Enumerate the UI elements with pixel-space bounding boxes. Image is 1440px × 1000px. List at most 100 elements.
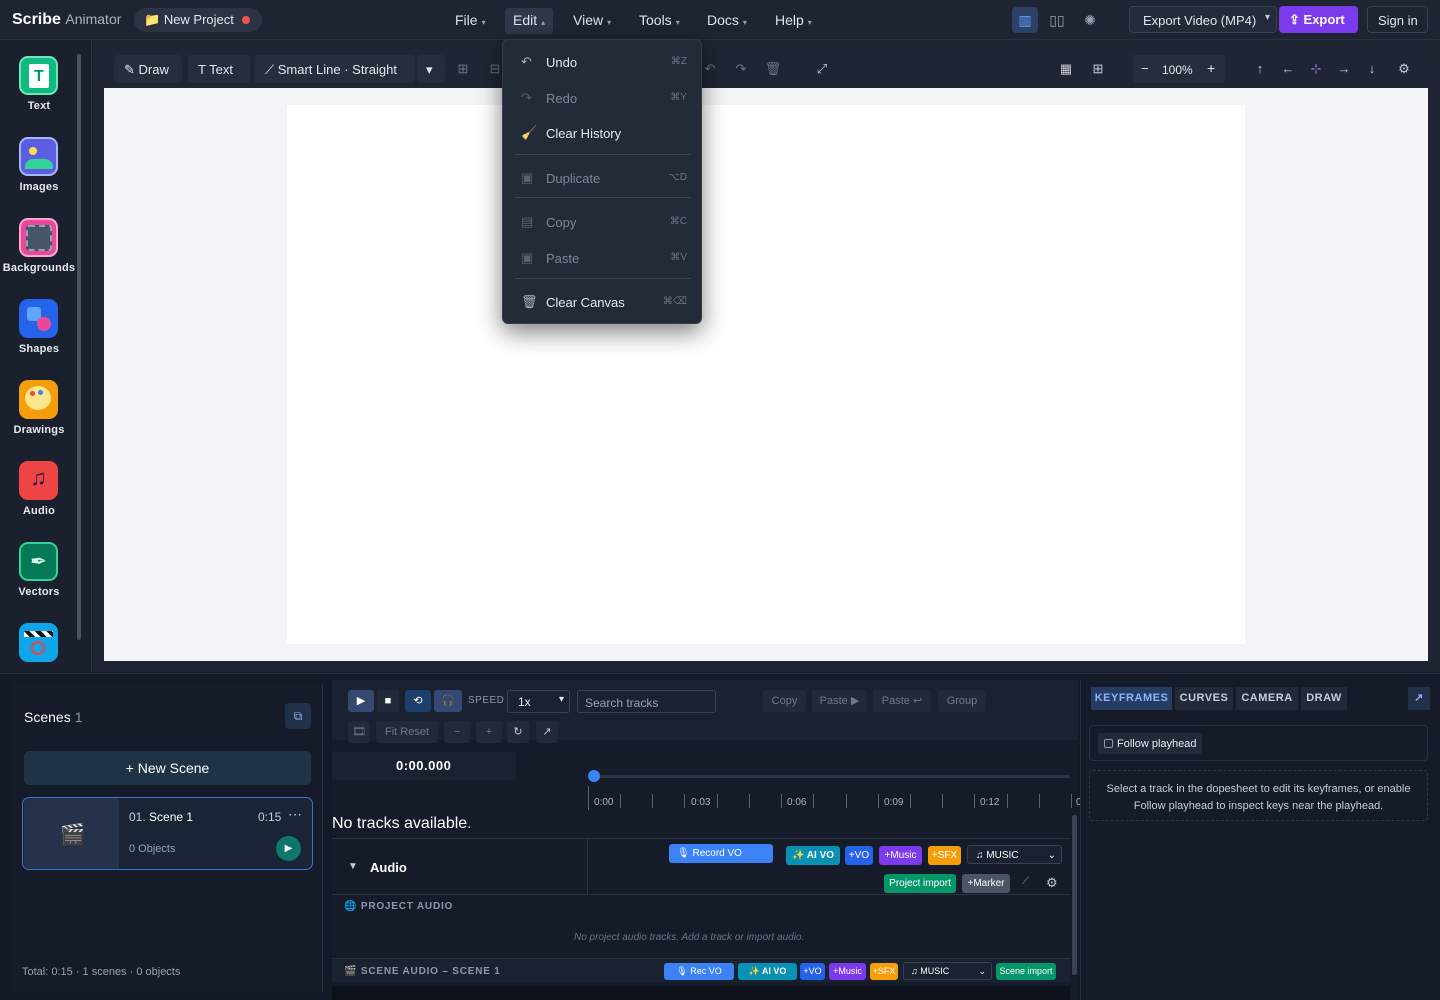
- scene-add-music-button[interactable]: +Music: [829, 963, 866, 980]
- zoom-in-icon[interactable]: +: [1207, 60, 1215, 76]
- menu-item-clear-history[interactable]: 🧹 Clear History: [503, 118, 703, 148]
- follow-playhead-toggle[interactable]: Follow playhead: [1098, 733, 1202, 754]
- grid-icon[interactable]: ▦: [1053, 55, 1079, 83]
- arrow-right-icon[interactable]: →: [1331, 55, 1357, 83]
- popout-icon[interactable]: ↗: [536, 721, 558, 743]
- scene-add-vo-button[interactable]: +VO: [800, 963, 825, 980]
- paste-return-button[interactable]: Paste ↩: [873, 690, 931, 712]
- menu-item-clear-canvas[interactable]: 🗑 Clear Canvas ⌘⌫: [503, 287, 703, 317]
- scene-music-select[interactable]: ♫ MUSIC ⌄: [903, 962, 992, 980]
- menu-edit[interactable]: Edit ▴: [505, 8, 554, 34]
- music-select[interactable]: ♫ MUSIC ⌄: [967, 845, 1062, 864]
- scene-audio-lane: [332, 986, 1070, 1000]
- export-format-select[interactable]: Export Video (MP4) ▾: [1129, 6, 1277, 33]
- reset-icon[interactable]: ↻: [507, 721, 529, 743]
- layout-split-icon[interactable]: ▥: [1012, 7, 1038, 33]
- redo-icon[interactable]: ↷: [728, 55, 754, 83]
- draw-button[interactable]: ✎ Draw: [114, 55, 182, 83]
- zoom-out-icon[interactable]: −: [1141, 61, 1149, 76]
- edit-icon[interactable]: ⟋: [1022, 876, 1029, 887]
- project-import-button[interactable]: Project import: [884, 874, 956, 893]
- canvas-page[interactable]: [287, 105, 1245, 644]
- filmstrip-icon[interactable]: 🎞: [348, 721, 370, 743]
- loading-spinner-icon[interactable]: ✺: [1077, 7, 1103, 33]
- search-tracks-input[interactable]: Search tracks: [577, 690, 716, 713]
- group-button[interactable]: Group: [938, 690, 986, 712]
- more-options-icon[interactable]: ⋯: [288, 806, 302, 823]
- paste-button[interactable]: Paste ▶: [812, 690, 867, 712]
- duplicate-scene-icon[interactable]: ⧉: [285, 703, 311, 729]
- sidebar-item-text[interactable]: T Text: [0, 56, 78, 137]
- menu-item-undo[interactable]: ↶ Undo ⌘Z: [503, 47, 703, 77]
- stop-icon[interactable]: ■: [377, 690, 399, 712]
- sidebar-item-shapes[interactable]: Shapes: [0, 299, 78, 380]
- ai-vo-button[interactable]: ✨ AI VO: [786, 846, 840, 865]
- app-brand: Scribe Animator: [12, 11, 122, 28]
- menu-view[interactable]: View ▾: [565, 8, 619, 34]
- arrow-up-icon[interactable]: ↑: [1247, 55, 1273, 83]
- tab-keyframes[interactable]: KEYFRAMES: [1091, 687, 1172, 710]
- smart-line-dropdown[interactable]: ▾: [417, 55, 445, 83]
- sign-in-button[interactable]: Sign in: [1367, 6, 1428, 33]
- settings-icon[interactable]: ⚙: [1046, 875, 1058, 891]
- menu-item-redo[interactable]: ↷ Redo ⌘Y: [503, 83, 703, 113]
- time-ruler: 0:00 0:03 0:06 0:09 0:12 0: [588, 786, 1082, 810]
- layout-columns-icon[interactable]: ▯▯: [1044, 7, 1070, 33]
- new-scene-button[interactable]: + New Scene: [24, 751, 311, 785]
- menu-item-paste[interactable]: ▣ Paste ⌘V: [503, 243, 703, 273]
- sidebar-item-vectors[interactable]: ✒ Vectors: [0, 542, 78, 623]
- add-sfx-button[interactable]: +SFX: [928, 846, 961, 865]
- fit-reset-button[interactable]: Fit Reset: [376, 721, 438, 743]
- play-scene-button[interactable]: ▶: [276, 836, 301, 861]
- scrub-track[interactable]: [594, 775, 1070, 778]
- zoom-out-icon[interactable]: −: [444, 721, 470, 743]
- clipboard-icon: ▣: [521, 250, 534, 265]
- loop-icon[interactable]: ⟲: [405, 690, 431, 712]
- add-marker-button[interactable]: +Marker: [962, 874, 1010, 893]
- arrow-left-icon[interactable]: ←: [1275, 55, 1301, 83]
- menu-docs[interactable]: Docs ▾: [699, 8, 755, 34]
- zoom-in-icon[interactable]: +: [476, 721, 502, 743]
- record-vo-button[interactable]: 🎙 Record VO: [669, 844, 773, 863]
- add-vo-button[interactable]: +VO: [845, 846, 873, 865]
- settings-icon[interactable]: ⚙: [1391, 55, 1417, 83]
- menu-item-copy[interactable]: ▤ Copy ⌘C: [503, 207, 703, 237]
- audio-track-header[interactable]: ▼ Audio: [332, 838, 588, 895]
- scene-ai-vo-button[interactable]: ✨ AI VO: [738, 963, 797, 980]
- tab-curves[interactable]: CURVES: [1175, 687, 1233, 710]
- rec-vo-button[interactable]: 🎙 Rec VO: [664, 963, 734, 980]
- scene-import-button[interactable]: Scene import: [996, 963, 1056, 980]
- arrow-down-icon[interactable]: ↓: [1359, 55, 1385, 83]
- scene-add-sfx-button[interactable]: +SFX: [870, 963, 898, 980]
- center-icon[interactable]: ⊹: [1303, 55, 1329, 83]
- grid-add-icon[interactable]: ⊞: [1085, 55, 1111, 83]
- sidebar-item-backgrounds[interactable]: Backgrounds: [0, 218, 78, 299]
- playhead-handle[interactable]: [588, 770, 600, 782]
- text-button[interactable]: T Text: [188, 55, 250, 83]
- sidebar-item-audio[interactable]: ♫ Audio: [0, 461, 78, 542]
- group-icon[interactable]: ⊞: [450, 55, 476, 83]
- tab-camera[interactable]: CAMERA: [1236, 687, 1298, 710]
- trash-icon[interactable]: 🗑: [760, 55, 786, 83]
- sidebar-scrollbar[interactable]: [77, 54, 81, 640]
- project-name-pill[interactable]: 📁 New Project: [134, 8, 262, 32]
- speed-select[interactable]: 1x ▾: [507, 690, 570, 713]
- headphones-icon[interactable]: 🎧: [434, 690, 462, 712]
- play-icon[interactable]: ▶: [348, 690, 374, 712]
- smart-line-button[interactable]: ⟋ Smart Line · Straight: [255, 55, 415, 83]
- export-button[interactable]: ⇪ Export: [1279, 6, 1358, 33]
- add-music-button[interactable]: +Music: [879, 846, 922, 865]
- sidebar-item-drawings[interactable]: Drawings: [0, 380, 78, 461]
- fullscreen-icon[interactable]: ⤢: [809, 55, 835, 83]
- copy-button[interactable]: Copy: [763, 690, 806, 712]
- sidebar-item-images[interactable]: Images: [0, 137, 78, 218]
- tab-draw[interactable]: DRAW: [1301, 687, 1347, 710]
- menu-item-duplicate[interactable]: ▣ Duplicate ⌥D: [503, 163, 703, 193]
- menu-help[interactable]: Help ▾: [767, 8, 820, 34]
- popout-icon[interactable]: ↗: [1408, 687, 1430, 710]
- collapse-triangle-icon[interactable]: ▼: [348, 861, 358, 872]
- menu-tools[interactable]: Tools ▾: [631, 8, 688, 34]
- timeline-scrollbar[interactable]: [1072, 815, 1077, 975]
- menu-file[interactable]: File ▾: [447, 8, 494, 34]
- sidebar-item-scenes[interactable]: [0, 623, 78, 663]
